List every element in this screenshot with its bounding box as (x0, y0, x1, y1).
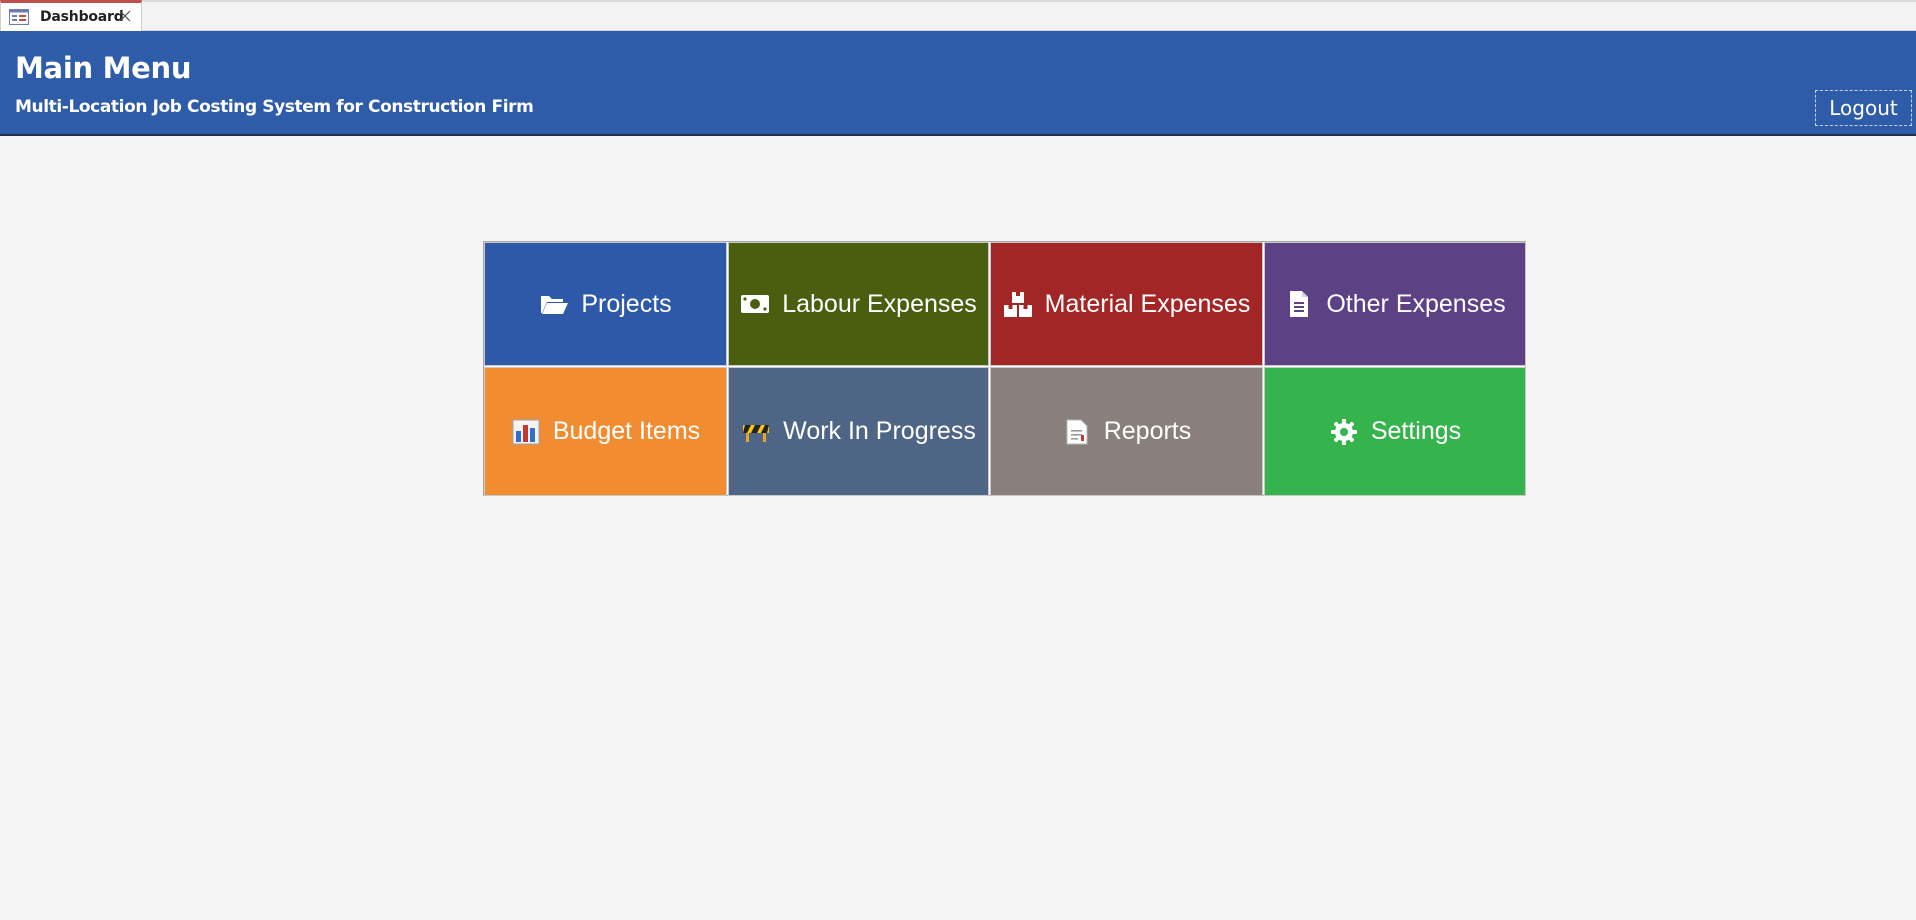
settings-button[interactable]: Settings (1264, 367, 1526, 496)
other-expenses-label: Other Expenses (1326, 289, 1506, 318)
budget-items-button[interactable]: Budget Items (484, 367, 727, 496)
money-bill-icon (740, 289, 770, 319)
projects-button[interactable]: Projects (484, 242, 727, 366)
folder-open-icon (539, 289, 569, 319)
labour-expenses-button[interactable]: Labour Expenses (728, 242, 989, 366)
work-in-progress-button[interactable]: Work In Progress (728, 367, 989, 496)
settings-label: Settings (1370, 417, 1462, 445)
construction-barrier-icon (741, 417, 771, 447)
document-icon (1284, 289, 1314, 319)
tab-label: Dashboard (40, 9, 124, 25)
work-in-progress-label: Work In Progress (783, 417, 976, 445)
projects-label: Projects (581, 289, 672, 318)
main-menu-grid: Projects Labour Expenses Material Expens (483, 241, 1526, 496)
document-tab-strip: Dashboard (0, 0, 1916, 31)
boxes-icon (1003, 289, 1033, 319)
tab-dashboard[interactable]: Dashboard (0, 0, 142, 31)
reports-button[interactable]: Reports (990, 367, 1263, 496)
report-icon (1062, 417, 1092, 447)
other-expenses-button[interactable]: Other Expenses (1264, 242, 1526, 366)
budget-items-label: Budget Items (552, 417, 701, 445)
labour-expenses-label: Labour Expenses (782, 289, 977, 318)
close-icon[interactable] (117, 8, 133, 24)
material-expenses-button[interactable]: Material Expenses (990, 242, 1263, 366)
material-expenses-label: Material Expenses (1044, 289, 1251, 318)
header-banner: Main Menu Multi-Location Job Costing Sys… (0, 31, 1916, 136)
bar-chart-icon (511, 417, 541, 447)
page-subtitle: Multi-Location Job Costing System for Co… (15, 97, 534, 117)
gear-icon (1329, 417, 1359, 447)
logout-button[interactable]: Logout (1815, 90, 1912, 126)
page-title: Main Menu (15, 51, 192, 85)
tab-strip-top-line (0, 0, 1916, 2)
reports-label: Reports (1103, 417, 1192, 445)
form-icon (9, 9, 29, 25)
